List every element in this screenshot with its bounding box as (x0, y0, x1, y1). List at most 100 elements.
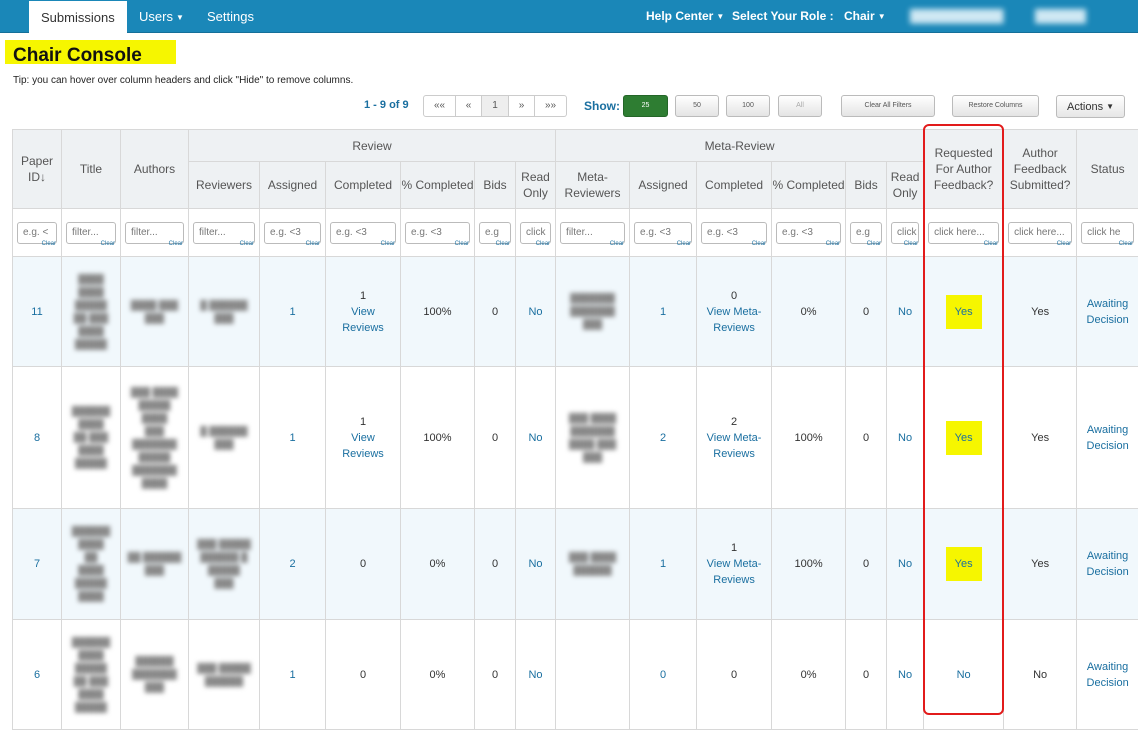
role-selector[interactable]: Chair▼ (844, 0, 886, 33)
requested-feedback-value[interactable]: Yes (946, 547, 982, 581)
assigned-count-link[interactable]: 1 (289, 432, 295, 444)
filter-clear-link[interactable]: Clear (496, 236, 510, 252)
tab-settings[interactable]: Settings (195, 0, 266, 33)
col-header-meta-assigned[interactable]: Assigned (630, 162, 697, 209)
col-header-completed[interactable]: Completed (326, 162, 401, 209)
filter-clear-link[interactable]: Clear (381, 236, 395, 252)
filter-clear-link[interactable]: Clear (536, 236, 550, 252)
status-link[interactable]: Awaiting Decision (1077, 296, 1138, 328)
reviewers-redacted[interactable]: ███ ███████████ (189, 662, 259, 688)
filter-clear-link[interactable]: Clear (240, 236, 254, 252)
next-page-button[interactable]: » (509, 95, 535, 117)
show-all-button[interactable]: All (778, 95, 822, 117)
help-center-menu[interactable]: Help Center▼ (646, 0, 724, 33)
col-header-authors[interactable]: Authors (121, 130, 189, 209)
requested-feedback-value[interactable]: Yes (946, 421, 982, 455)
meta-assigned-count-link[interactable]: 1 (660, 558, 666, 570)
read-only-toggle[interactable]: No (528, 558, 542, 570)
read-only-toggle[interactable]: No (528, 432, 542, 444)
filter-clear-link[interactable]: Clear (984, 236, 998, 252)
title-redacted[interactable]: ████████████ ████████████ (62, 405, 120, 470)
assigned-count-link[interactable]: 1 (289, 306, 295, 318)
show-50-button[interactable]: 50 (675, 95, 719, 117)
feedback-submitted-value: Yes (1004, 257, 1077, 367)
filter-clear-link[interactable]: Clear (904, 236, 918, 252)
meta-assigned-count-link[interactable]: 2 (660, 432, 666, 444)
meta-read-only-toggle[interactable]: No (898, 669, 912, 681)
filter-clear-link[interactable]: Clear (306, 236, 320, 252)
paper-id-link[interactable]: 6 (34, 669, 40, 681)
col-header-status[interactable]: Status (1077, 130, 1138, 209)
meta-read-only-toggle[interactable]: No (898, 306, 912, 318)
read-only-toggle[interactable]: No (528, 306, 542, 318)
meta-assigned-count-link[interactable]: 1 (660, 306, 666, 318)
paper-id-link[interactable]: 7 (34, 558, 40, 570)
meta-assigned-count-link[interactable]: 0 (660, 669, 666, 681)
filter-clear-link[interactable]: Clear (752, 236, 766, 252)
col-header-assigned[interactable]: Assigned (260, 162, 326, 209)
filter-clear-link[interactable]: Clear (169, 236, 183, 252)
status-link[interactable]: Awaiting Decision (1077, 548, 1138, 580)
title-redacted[interactable]: █████████████████ ████████████ (62, 636, 120, 714)
title-redacted[interactable]: █████████████████████████ (62, 525, 120, 603)
filter-clear-link[interactable]: Clear (101, 236, 115, 252)
col-header-title[interactable]: Title (62, 130, 121, 209)
paper-id-link[interactable]: 11 (31, 306, 42, 318)
show-25-button[interactable]: 25 (623, 95, 668, 117)
col-header-meta-read-only[interactable]: Read Only (887, 162, 924, 209)
page-1-button[interactable]: 1 (482, 95, 509, 117)
meta-reviewers-redacted[interactable]: ███ ██████████ (556, 551, 629, 577)
show-100-button[interactable]: 100 (726, 95, 770, 117)
paper-id-link[interactable]: 8 (34, 432, 40, 444)
col-header-paper-id[interactable]: Paper ID↓ (13, 130, 62, 209)
meta-reviewers-redacted[interactable]: ███ ███████████████ ██████ (556, 412, 629, 464)
last-page-button[interactable]: »» (535, 95, 567, 117)
filter-clear-link[interactable]: Clear (1057, 236, 1071, 252)
view-reviews-link[interactable]: View Reviews (326, 430, 400, 462)
filter-clear-link[interactable]: Clear (610, 236, 624, 252)
filter-clear-link[interactable]: Clear (42, 236, 56, 252)
meta-read-only-toggle[interactable]: No (898, 558, 912, 570)
first-page-button[interactable]: «« (423, 95, 456, 117)
requested-feedback-value[interactable]: Yes (946, 295, 982, 329)
title-redacted[interactable]: ███████████████ ████████████ (62, 273, 120, 351)
filter-clear-link[interactable]: Clear (867, 236, 881, 252)
tab-submissions[interactable]: Submissions (29, 1, 127, 33)
assigned-count-link[interactable]: 1 (289, 669, 295, 681)
meta-reviewers-redacted[interactable]: █████████████████ (556, 292, 629, 331)
filter-clear-link[interactable]: Clear (677, 236, 691, 252)
col-header-reviewers[interactable]: Reviewers (189, 162, 260, 209)
view-reviews-link[interactable]: View Reviews (326, 304, 400, 336)
filter-clear-link[interactable]: Clear (826, 236, 840, 252)
col-header-meta-bids[interactable]: Bids (846, 162, 887, 209)
col-header-pct-completed[interactable]: % Completed (401, 162, 475, 209)
status-link[interactable]: Awaiting Decision (1077, 422, 1138, 454)
read-only-toggle[interactable]: No (528, 669, 542, 681)
assigned-count-link[interactable]: 2 (289, 558, 295, 570)
col-header-meta-reviewers[interactable]: Meta-Reviewers (556, 162, 630, 209)
reviewers-redacted[interactable]: █ █████████ (189, 299, 259, 325)
reviewers-redacted[interactable]: ███ ███████████ █████████ (189, 538, 259, 590)
meta-read-only-toggle[interactable]: No (898, 432, 912, 444)
restore-columns-button[interactable]: Restore Columns (952, 95, 1039, 117)
col-header-feedback-submitted[interactable]: Author Feedback Submitted? (1004, 130, 1077, 209)
account-menu-redacted[interactable]: ██████ (1035, 0, 1090, 33)
view-meta-reviews-link[interactable]: View Meta-Reviews (697, 556, 771, 588)
filter-clear-link[interactable]: Clear (455, 236, 469, 252)
status-link[interactable]: Awaiting Decision (1077, 659, 1138, 691)
reviewers-redacted[interactable]: █ █████████ (189, 425, 259, 451)
clear-all-filters-button[interactable]: Clear All Filters (841, 95, 935, 117)
col-header-read-only[interactable]: Read Only (516, 162, 556, 209)
view-meta-reviews-link[interactable]: View Meta-Reviews (697, 304, 771, 336)
col-header-bids[interactable]: Bids (475, 162, 516, 209)
filter-clear-link[interactable]: Clear (1119, 236, 1133, 252)
col-header-meta-completed[interactable]: Completed (697, 162, 772, 209)
col-header-requested-feedback[interactable]: Requested For Author Feedback? (924, 130, 1004, 209)
requested-feedback-value[interactable]: No (957, 669, 971, 681)
col-header-meta-pct[interactable]: % Completed (772, 162, 846, 209)
tab-users[interactable]: Users▼ (127, 0, 196, 33)
actions-button[interactable]: Actions▼ (1056, 95, 1125, 118)
prev-page-button[interactable]: « (456, 95, 482, 117)
user-menu-redacted[interactable]: ███████████ (910, 0, 1005, 33)
view-meta-reviews-link[interactable]: View Meta-Reviews (697, 430, 771, 462)
